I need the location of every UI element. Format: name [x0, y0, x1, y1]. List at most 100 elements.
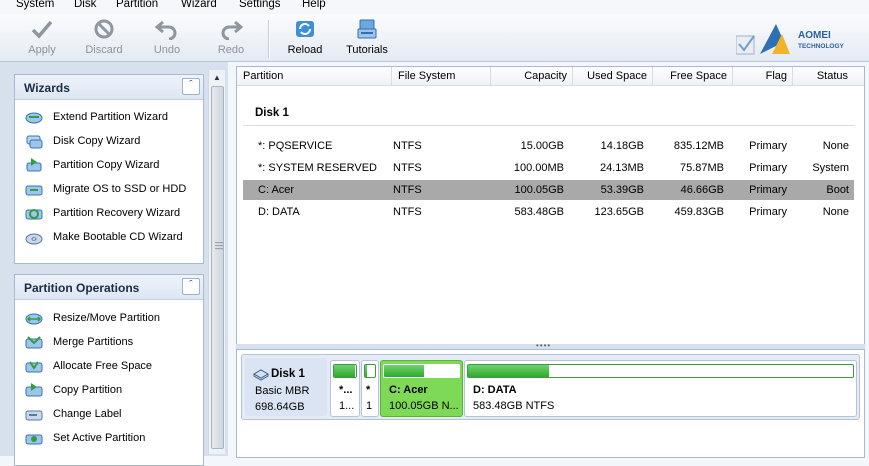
usage-fill	[334, 365, 355, 377]
change-label-icon	[25, 410, 43, 421]
partition-copy-icon	[26, 158, 42, 172]
merge-icon	[25, 336, 43, 349]
redo-label: Redo	[217, 44, 245, 56]
extend-partition-icon	[25, 112, 43, 124]
disk-group-label: Disk 1	[255, 107, 289, 119]
tutorials-button[interactable]: Tutorials	[341, 18, 393, 56]
menu-settings[interactable]: Settings	[239, 0, 281, 10]
migrate-os-icon	[25, 185, 43, 196]
cell-fs: NTFS	[393, 140, 422, 152]
collapse-operations-button[interactable]: ˆ	[182, 278, 200, 295]
cell-free: 835.12MB	[673, 140, 724, 152]
menu-system[interactable]: System	[16, 0, 54, 10]
sidebar-scrollbar[interactable]: ▲ — — —	[208, 70, 225, 454]
partition-block-label: D: DATA	[473, 384, 517, 396]
operation-item-label: Change Label	[53, 408, 122, 420]
operation-item-label: Allocate Free Space	[53, 360, 153, 372]
menu-disk[interactable]: Disk	[74, 0, 96, 10]
svg-text:TECHNOLOGY: TECHNOLOGY	[798, 43, 845, 50]
cell-status: None	[822, 140, 849, 152]
table-row[interactable]: *: PQSERVICE NTFS 15.00GB 14.18GB 835.12…	[243, 136, 854, 156]
usage-bar	[364, 364, 376, 378]
partition-block-detail: 100.05GB N...	[389, 400, 459, 412]
reload-button[interactable]: Reload	[279, 18, 331, 56]
cell-used: 14.18GB	[600, 140, 644, 152]
menu-help[interactable]: Help	[302, 0, 326, 10]
col-capacity[interactable]: Capacity	[524, 70, 567, 82]
table-header: Partition File System Capacity Used Spac…	[237, 67, 864, 86]
table-row[interactable]: D: DATA NTFS 583.48GB 123.65GB 459.83GB …	[243, 202, 854, 222]
undo-label: Undo	[153, 44, 181, 56]
usage-fill	[468, 365, 549, 377]
menu-wizard[interactable]: Wizard	[181, 0, 217, 10]
discard-label: Discard	[85, 44, 123, 56]
wizards-title: Wizards	[24, 81, 70, 95]
cell-fs: NTFS	[393, 184, 422, 196]
operation-item-label: Set Active Partition	[53, 432, 146, 444]
partition-block-pqservice[interactable]: *... 1...	[330, 360, 360, 417]
partition-block-system-reserved[interactable]: * 1	[361, 360, 379, 417]
partition-block-detail: 1...	[339, 400, 355, 412]
reload-label: Reload	[287, 44, 323, 56]
partition-block-c-acer[interactable]: C: Acer 100.05GB N...	[380, 360, 463, 417]
svg-text:AOMEI: AOMEI	[798, 30, 831, 41]
disk-map: Disk 1 Basic MBR 698.64GB *... 1... * 1 …	[236, 349, 865, 458]
col-file-system[interactable]: File System	[398, 70, 455, 82]
partition-block-detail: 583.48GB NTFS	[473, 400, 555, 412]
usage-bar	[383, 364, 460, 378]
redo-icon	[221, 20, 243, 40]
disk-icon	[253, 369, 269, 381]
redo-button[interactable]: Redo	[205, 18, 257, 56]
operation-item-label: Resize/Move Partition	[53, 312, 160, 324]
grip-icon: — — —	[215, 238, 223, 253]
partition-block-label: C: Acer	[389, 384, 428, 396]
cell-fs: NTFS	[393, 162, 422, 174]
usage-bar	[333, 364, 357, 378]
collapse-wizards-button[interactable]: ˆ	[182, 78, 200, 95]
scroll-up-icon[interactable]: ▲	[213, 73, 221, 82]
cell-used: 123.65GB	[594, 206, 644, 218]
cell-fs: NTFS	[393, 206, 422, 218]
partition-block-label: *	[366, 384, 371, 396]
table-row-selected[interactable]: C: Acer NTFS 100.05GB 53.39GB 46.66GB Pr…	[243, 180, 854, 200]
disk-size: 698.64GB	[255, 401, 305, 413]
cell-used: 24.13MB	[599, 162, 644, 174]
scrollbar-thumb[interactable]: — — —	[211, 86, 224, 449]
apply-button[interactable]: Apply	[16, 18, 68, 56]
cell-capacity: 100.00MB	[513, 162, 564, 174]
reload-icon	[296, 21, 314, 37]
undo-icon	[155, 20, 177, 40]
divider	[243, 125, 855, 126]
col-status[interactable]: Status	[817, 70, 848, 82]
usage-bar	[467, 364, 854, 378]
cell-status: Boot	[826, 184, 849, 196]
undo-button[interactable]: Undo	[141, 18, 193, 56]
wizard-item-label: Make Bootable CD Wizard	[53, 231, 183, 243]
col-used-space[interactable]: Used Space	[587, 70, 647, 82]
cell-free: 459.83GB	[674, 206, 724, 218]
cell-flag: Primary	[749, 162, 787, 174]
bootable-cd-icon	[25, 233, 43, 245]
checkmark-icon	[31, 20, 53, 39]
disk-map-row: Disk 1 Basic MBR 698.64GB *... 1... * 1 …	[241, 354, 860, 420]
col-free-space[interactable]: Free Space	[670, 70, 727, 82]
operation-item-label: Merge Partitions	[53, 336, 134, 348]
cell-status: None	[822, 206, 849, 218]
menu-partition[interactable]: Partition	[116, 0, 158, 10]
cell-partition: D: DATA	[258, 206, 300, 218]
operations-header: Partition Operations ˆ	[15, 275, 203, 300]
table-row[interactable]: *: SYSTEM RESERVED NTFS 100.00MB 24.13MB…	[243, 158, 854, 178]
col-partition[interactable]: Partition	[243, 70, 283, 82]
wizards-panel: Wizards ˆ Extend Partition Wizard Disk C…	[14, 74, 204, 264]
discard-button[interactable]: Discard	[78, 18, 130, 56]
wizard-item-label: Extend Partition Wizard	[53, 111, 168, 123]
col-flag[interactable]: Flag	[766, 70, 787, 82]
disk-info[interactable]: Disk 1 Basic MBR 698.64GB	[245, 358, 327, 416]
partition-block-d-data[interactable]: D: DATA 583.48GB NTFS	[464, 360, 857, 417]
wizard-item-label: Partition Copy Wizard	[53, 159, 160, 171]
disk-type: Basic MBR	[255, 385, 310, 397]
cell-free: 46.66GB	[680, 184, 724, 196]
partition-table: Partition File System Capacity Used Spac…	[236, 66, 865, 346]
menu-bar: System Disk Partition Wizard Settings He…	[0, 0, 869, 14]
operations-title: Partition Operations	[24, 281, 140, 295]
